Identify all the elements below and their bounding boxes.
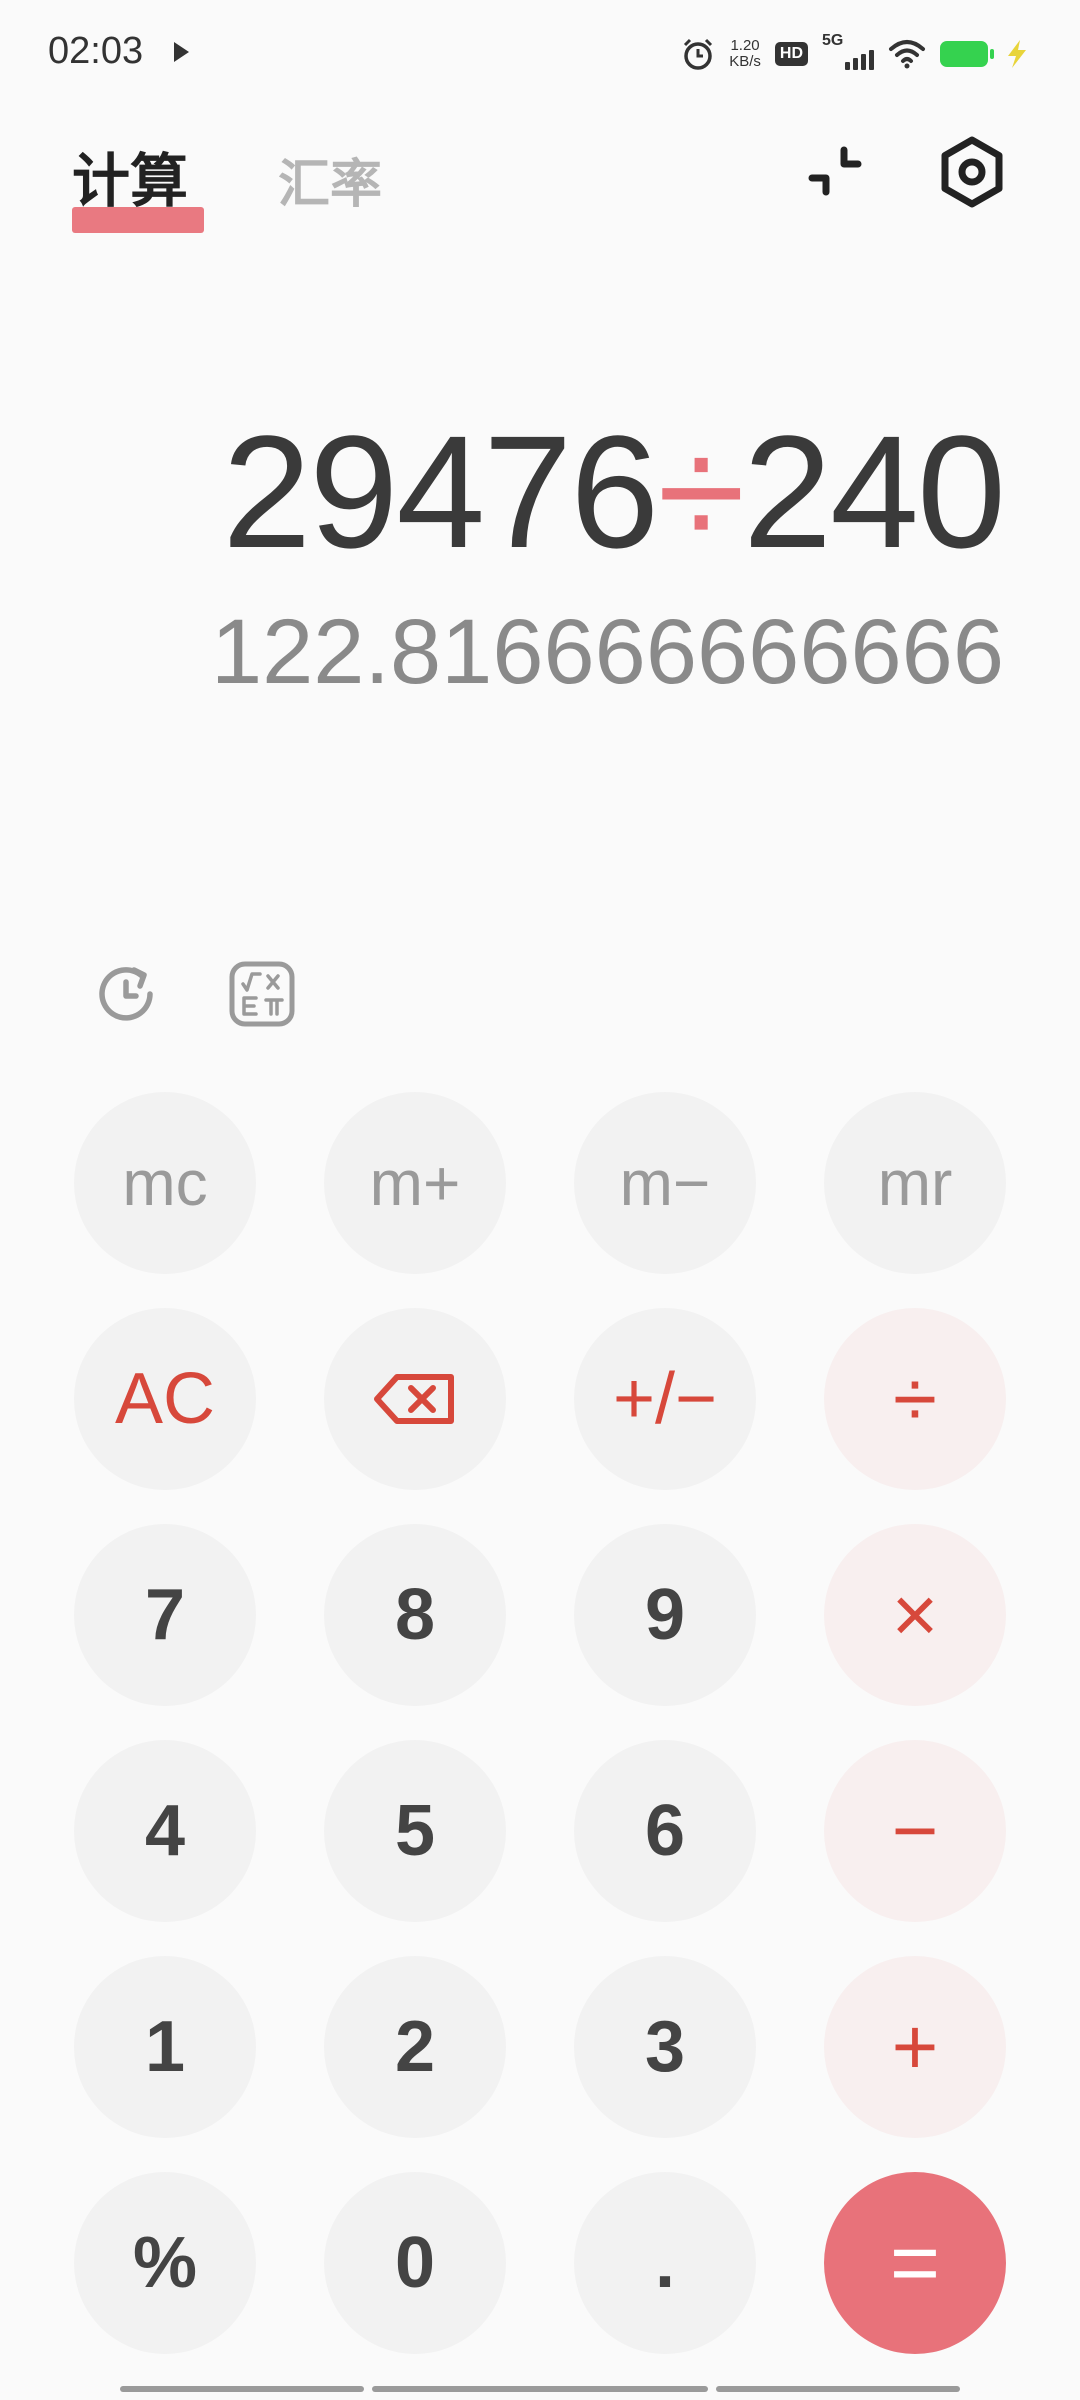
decimal-point-button[interactable]: . [574, 2172, 756, 2354]
nav-bar-segment-right [716, 2386, 960, 2392]
network-type-label: 5G [822, 32, 844, 49]
divide-button[interactable]: ÷ [824, 1308, 1006, 1490]
nav-bar-segment-center [372, 2386, 708, 2392]
digit-8-button[interactable]: 8 [324, 1524, 506, 1706]
history-icon[interactable] [88, 956, 164, 1032]
nav-bar-segment-left [120, 2386, 364, 2392]
toggle-sign-button[interactable]: +/− [574, 1308, 756, 1490]
status-time: 02:03 [48, 30, 144, 72]
backspace-icon [374, 1374, 454, 1424]
collapse-icon[interactable] [796, 132, 876, 212]
status-icons: 1.20 KB/s HD 5G [667, 32, 1032, 76]
equals-button[interactable]: = [824, 2172, 1006, 2354]
operand-1: 29476 [222, 402, 659, 581]
calculator-screen: 02:03 1.20 KB/s HD 5G 计算 汇率 29476÷240 12… [0, 0, 1080, 2400]
backspace-button[interactable] [324, 1308, 506, 1490]
multiply-button[interactable]: × [824, 1524, 1006, 1706]
all-clear-button[interactable]: AC [74, 1308, 256, 1490]
alarm-icon [684, 38, 713, 70]
network-speed-value: 1.20 [730, 37, 760, 54]
memory-subtract-button[interactable]: m− [574, 1092, 756, 1274]
memory-recall-button[interactable]: mr [824, 1092, 1006, 1274]
digit-4-button[interactable]: 4 [74, 1740, 256, 1922]
keypad: mc m+ m− mr AC +/− ÷ 7 8 9 × 4 5 6 − 1 2… [74, 1092, 1006, 2354]
digit-7-button[interactable]: 7 [74, 1524, 256, 1706]
digit-1-button[interactable]: 1 [74, 1956, 256, 2138]
expression-display: 29476÷240 [222, 400, 1006, 584]
percent-button[interactable]: % [74, 2172, 256, 2354]
status-bar: 02:03 1.20 KB/s HD 5G [0, 0, 1080, 110]
tab-exchange-rate[interactable]: 汇率 [278, 142, 382, 217]
memory-clear-button[interactable]: mc [74, 1092, 256, 1274]
digit-9-button[interactable]: 9 [574, 1524, 756, 1706]
network-speed: 1.20 KB/s [729, 38, 761, 70]
digit-2-button[interactable]: 2 [324, 1956, 506, 2138]
wifi-icon [889, 40, 925, 69]
cellular-signal-icon: 5G [822, 32, 874, 72]
digit-3-button[interactable]: 3 [574, 1956, 756, 2138]
active-tab-indicator [72, 207, 204, 233]
expression-operator: ÷ [657, 402, 745, 581]
scientific-mode-icon[interactable] [224, 956, 300, 1032]
add-button[interactable]: + [824, 1956, 1006, 2138]
digit-0-button[interactable]: 0 [324, 2172, 506, 2354]
charging-icon [1008, 40, 1026, 68]
memory-add-button[interactable]: m+ [324, 1092, 506, 1274]
digit-5-button[interactable]: 5 [324, 1740, 506, 1922]
digit-6-button[interactable]: 6 [574, 1740, 756, 1922]
settings-icon[interactable] [932, 132, 1012, 212]
battery-icon [940, 41, 994, 67]
subtract-button[interactable]: − [824, 1740, 1006, 1922]
hd-badge: HD [774, 42, 808, 66]
network-speed-unit: KB/s [729, 53, 761, 70]
media-playing-icon [174, 42, 189, 62]
operand-2: 240 [743, 402, 1006, 581]
tab-calculator[interactable]: 计算 [72, 134, 188, 218]
result-display: 122.816666666666 [210, 601, 1004, 703]
